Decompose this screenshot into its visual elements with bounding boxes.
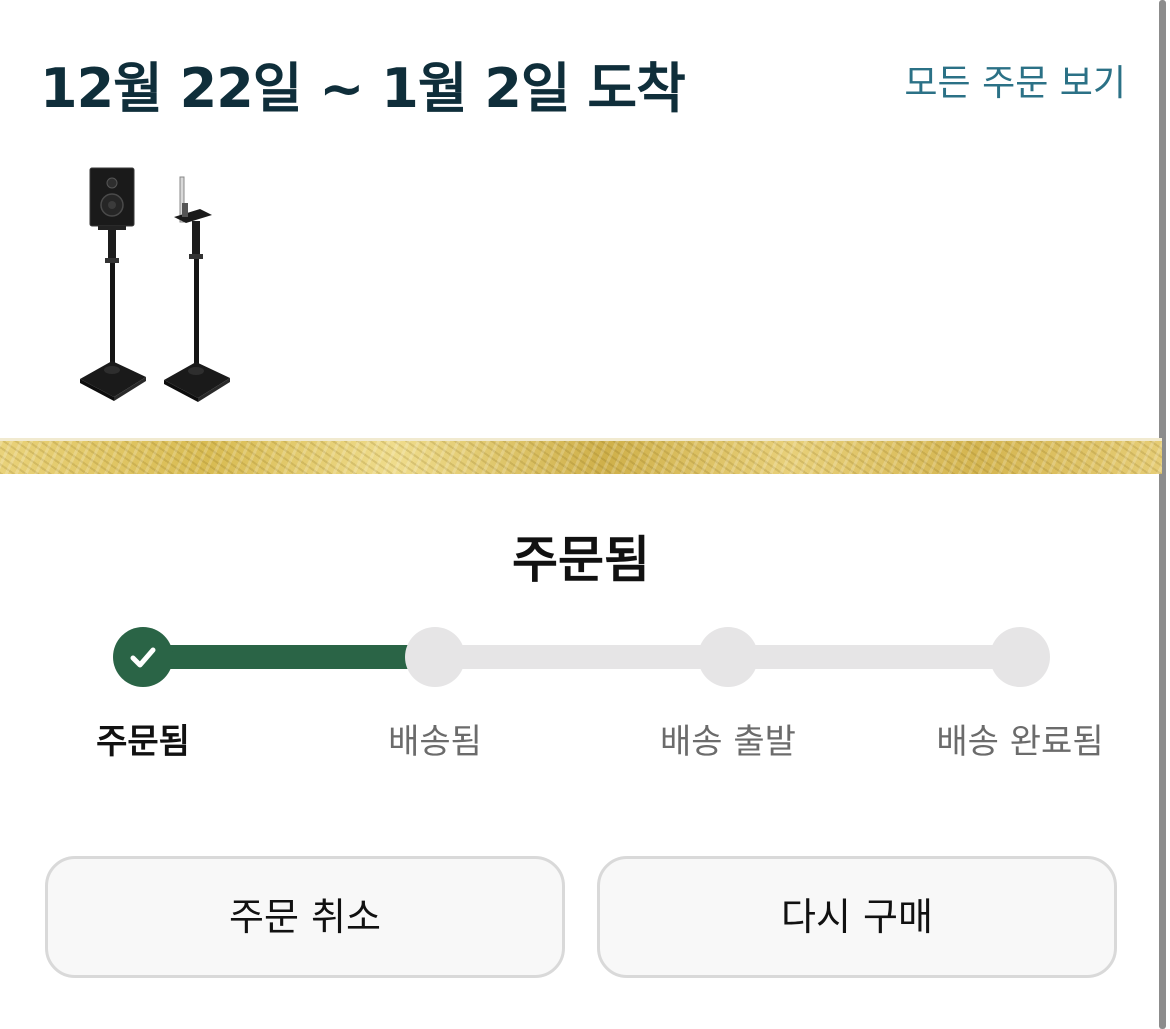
step-label-out-for-delivery: 배송 출발	[660, 722, 796, 762]
step-dot-ordered	[113, 627, 173, 687]
decorative-gold-band	[0, 438, 1162, 474]
scrollbar[interactable]	[1159, 0, 1166, 1029]
view-all-orders-link[interactable]: 모든 주문 보기	[904, 54, 1126, 106]
speaker-stand-image	[80, 167, 230, 402]
step-label-shipped: 배송됨	[388, 722, 482, 762]
order-header: 12월 22일 ~ 1월 2일 도착 모든 주문 보기	[40, 44, 1130, 124]
progress-fill	[144, 645, 433, 669]
order-status-title: 주문됨	[512, 531, 650, 589]
delivery-date-title: 12월 22일 ~ 1월 2일 도착	[40, 57, 686, 120]
buy-again-button[interactable]: 다시 구매	[597, 856, 1117, 978]
check-icon	[130, 647, 156, 668]
step-label-ordered: 주문됨	[96, 722, 190, 762]
cancel-order-button[interactable]: 주문 취소	[45, 856, 565, 978]
step-dot-shipped	[405, 627, 465, 687]
step-dot-out-for-delivery	[698, 627, 758, 687]
product-image[interactable]	[70, 165, 240, 405]
shipment-progress-tracker	[0, 620, 1162, 700]
step-dot-delivered	[990, 627, 1050, 687]
step-label-delivered: 배송 완료됨	[936, 722, 1104, 762]
